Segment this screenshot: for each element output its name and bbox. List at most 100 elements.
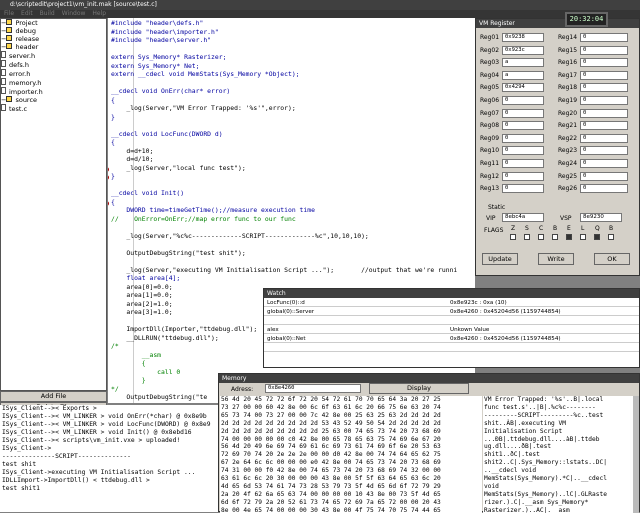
menu-item[interactable]: Help [92, 10, 106, 17]
code-line: _log(Server,"executing VM Initialisation… [111, 265, 458, 274]
register-value[interactable]: 0 [580, 121, 628, 131]
register-value[interactable]: 0 [580, 108, 628, 118]
menu-item[interactable]: Build [40, 10, 55, 17]
vip-field[interactable]: 8ebc4a [502, 213, 544, 222]
register-value[interactable]: 0 [580, 58, 628, 68]
register-value[interactable]: 0 [502, 171, 544, 181]
register-value[interactable]: 0 [580, 184, 628, 194]
tree-item[interactable]: − source [1, 96, 106, 104]
memory-hex-view[interactable]: 56 4d 20 45 72 72 6f 72 20 54 72 61 70 7… [220, 396, 482, 513]
hex-line: 63 61 6c 6c 20 30 00 00 00 43 8e 00 5f 5… [221, 475, 441, 483]
tree-item[interactable]: − header [1, 43, 106, 51]
flag-checkbox[interactable] [552, 234, 558, 240]
hex-line: 65 73 74 00 73 27 00 00 7c 42 8e 00 25 6… [221, 411, 441, 419]
code-line: #include "header\importer.h" [111, 27, 219, 36]
register-value[interactable]: 0 [502, 184, 544, 194]
watch-row[interactable]: global(0)::Server 0x8e4260 : 0x45204d56 (… [264, 308, 639, 316]
hex-line: 67 2e 64 6c 6c 00 00 00 e0 42 8e 00 74 6… [221, 459, 441, 467]
vsp-field[interactable]: 8e9230 [580, 213, 622, 222]
tree-item[interactable]: error.h [1, 69, 106, 78]
register-value[interactable]: 0x4294 [502, 83, 544, 93]
flag-checkbox[interactable] [608, 234, 614, 240]
ok-button[interactable]: OK [594, 253, 630, 265]
register-value[interactable]: a [502, 58, 544, 68]
menu-item[interactable]: File [4, 10, 14, 17]
address-input[interactable]: 0x8e4260 [265, 384, 361, 393]
register-value[interactable]: 0x923c [502, 45, 544, 55]
flag-label: Z [511, 225, 516, 232]
breakpoint-marker[interactable] [108, 201, 109, 206]
hex-line: 56 4d 20 45 72 72 6f 72 20 54 72 61 70 7… [221, 396, 441, 403]
register-value[interactable]: 0 [502, 121, 544, 131]
flag-checkbox[interactable] [566, 234, 572, 240]
register-label: Reg23 [558, 147, 578, 155]
register-value[interactable]: 0 [502, 159, 544, 168]
flag-checkbox[interactable] [580, 234, 586, 240]
hex-line: 56 4d 20 49 6e 69 74 69 61 6c 69 73 61 7… [221, 443, 441, 451]
register-value[interactable]: 0 [502, 133, 544, 143]
flag-checkbox[interactable] [510, 234, 516, 240]
tree-item-label: source [15, 96, 38, 104]
register-value[interactable]: 0 [580, 146, 628, 156]
tree-item[interactable]: defs.h [1, 60, 106, 69]
breakpoint-marker[interactable] [108, 167, 109, 172]
watch-row[interactable] [264, 344, 639, 352]
register-label: Reg09 [480, 134, 500, 142]
menu-item[interactable]: Window [62, 10, 86, 17]
add-file-button[interactable]: Add File [0, 391, 107, 402]
code-line: { [111, 95, 115, 104]
tree-item[interactable]: server.h [1, 51, 106, 60]
output-line: test shit1 [2, 485, 40, 492]
watch-name: alex [267, 327, 279, 333]
watch-window: Watch LocFunc(0)::d 0x8e923c : 0xa (10) gl… [263, 288, 640, 368]
flag-checkbox[interactable] [524, 234, 530, 240]
register-value[interactable]: 0 [502, 108, 544, 118]
register-label: Reg01 [480, 34, 500, 41]
breakpoint-marker[interactable] [108, 175, 109, 180]
register-label: Reg08 [480, 122, 500, 130]
tree-item[interactable]: importer.h [1, 87, 106, 96]
tree-item[interactable]: − debug [1, 27, 106, 35]
flag-checkbox[interactable] [538, 234, 544, 240]
tree-item-label: importer.h [9, 88, 43, 96]
write-button[interactable]: Write [538, 253, 574, 265]
tree-item[interactable]: test.c [1, 104, 106, 113]
register-value[interactable]: a [502, 70, 544, 80]
register-label: Reg13 [480, 185, 500, 193]
file-icon [1, 78, 6, 85]
watch-row[interactable]: alex Unkown Value [264, 326, 639, 334]
watch-row[interactable]: global(0)::Net 0x8e4260 : 0x45204d56 (115… [264, 335, 639, 343]
register-value[interactable]: 0x9238 [502, 33, 544, 42]
register-value[interactable]: 0 [502, 96, 544, 105]
output-line: --------------SCRIPT-------------- [2, 453, 131, 460]
code-line: __cdecl void OnErr(char* error) [111, 87, 231, 95]
register-value[interactable]: 0 [502, 146, 544, 156]
register-label: Reg18 [558, 84, 578, 92]
register-value[interactable]: 0 [580, 133, 628, 143]
tree-item-label: defs.h [9, 61, 29, 69]
display-button[interactable]: Display [369, 383, 469, 394]
flag-checkbox[interactable] [594, 234, 600, 240]
memory-scrollbar[interactable] [633, 396, 639, 513]
ascii-line: MemStats(Sys_Memory)..lC|.GLRaste [484, 490, 607, 498]
code-line: } [111, 376, 146, 384]
watch-row[interactable] [264, 317, 639, 325]
code-line: } [111, 112, 115, 121]
menu-item[interactable]: Edit [21, 10, 33, 17]
register-value[interactable]: 0 [580, 159, 628, 168]
register-value[interactable]: 0 [580, 70, 628, 80]
watch-row[interactable]: LocFunc(0)::d 0x8e923c : 0xa (10) [264, 299, 639, 307]
output-console[interactable]: ISys_Client-->< Exports > ISys_Client--><… [0, 405, 218, 512]
memory-ascii-view[interactable]: VM Error Trapped: '%s'..B|.local func tes… [483, 396, 633, 513]
tree-item[interactable]: memory.h [1, 78, 106, 87]
update-button[interactable]: Update [482, 253, 518, 265]
register-value[interactable]: 0 [580, 33, 628, 42]
register-value[interactable]: 0 [580, 171, 628, 181]
tree-item[interactable]: − release [1, 35, 106, 43]
register-label: Reg07 [480, 109, 500, 117]
tree-item[interactable]: − Project [1, 19, 106, 27]
ascii-line: void [484, 482, 499, 490]
register-value[interactable]: 0 [580, 96, 628, 105]
register-value[interactable]: 0 [580, 83, 628, 93]
register-value[interactable]: 0 [580, 45, 628, 55]
